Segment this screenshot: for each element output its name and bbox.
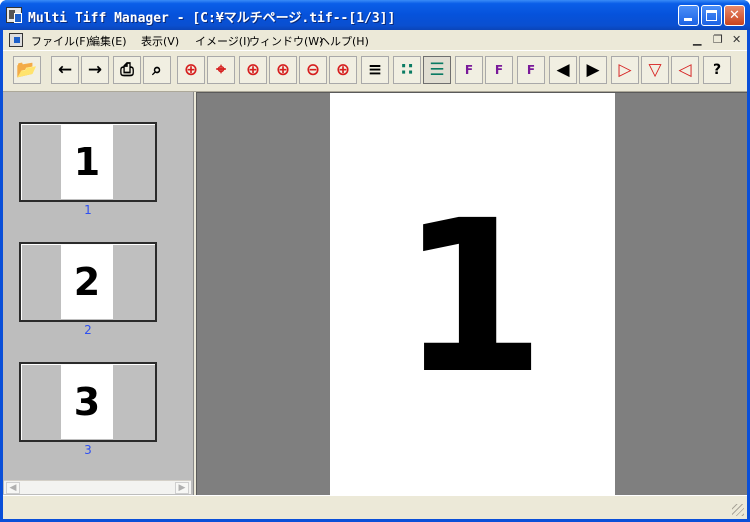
zoom-area-icon: ⊕ bbox=[245, 60, 261, 80]
thumbnail-list-button[interactable]: ☰ bbox=[423, 56, 451, 84]
insert-page-button[interactable]: F bbox=[455, 56, 483, 84]
thumbnail-page-3[interactable]: 3 bbox=[19, 362, 157, 442]
zoom-crosshair-button[interactable]: ⌖ bbox=[207, 56, 235, 84]
forward-button[interactable]: → bbox=[81, 56, 109, 84]
thumbnail-number: 1 bbox=[73, 140, 101, 184]
toolbar: 📂 ← → ⎙ ⌕ ⊕ ⌖ ⊕ ⊕ ⊖ ⊕ ≡ ∷ ☰ F F F ◀ ▶ ▷ … bbox=[3, 50, 747, 92]
fit-page-icon: ≡ bbox=[367, 60, 383, 80]
zoom-crosshair-icon: ⌖ bbox=[216, 60, 226, 80]
zoom-custom-icon: ⊕ bbox=[335, 60, 351, 80]
mdi-minimize-icon[interactable]: ▁ bbox=[693, 33, 701, 46]
maximize-icon bbox=[706, 10, 717, 21]
arrow-right-icon: → bbox=[87, 60, 103, 80]
mdi-restore-icon[interactable]: ❐ bbox=[713, 33, 723, 46]
rotate-left-button[interactable]: ◁ bbox=[671, 56, 699, 84]
menu-view[interactable]: 表示(V) bbox=[141, 33, 179, 49]
flip-vertical-icon: ▽ bbox=[648, 60, 662, 80]
thumbnail-page-image: 1 bbox=[61, 125, 113, 199]
arrow-left-icon: ← bbox=[57, 60, 73, 80]
scroll-left-icon[interactable]: ◀ bbox=[6, 482, 20, 494]
print-button[interactable]: ⎙ bbox=[113, 56, 141, 84]
thumbnail-page-image: 2 bbox=[61, 245, 113, 319]
thumbnail-panel[interactable]: 1 1 2 2 3 3 ◀ ▶ bbox=[3, 92, 194, 495]
zoom-out-icon: ⊖ bbox=[305, 60, 321, 80]
prev-page-icon: ◀ bbox=[556, 60, 570, 80]
menu-window[interactable]: ウィンドウ(W) bbox=[249, 33, 323, 49]
menu-file[interactable]: ファイル(F) bbox=[31, 33, 90, 49]
document-system-menu-icon[interactable] bbox=[9, 33, 23, 47]
print-icon: ⎙ bbox=[120, 60, 134, 80]
flip-vertical-button[interactable]: ▽ bbox=[641, 56, 669, 84]
thumbnail-page-image: 3 bbox=[61, 365, 113, 439]
zoom-button[interactable]: ⊕ bbox=[177, 56, 205, 84]
menu-bar: ファイル(F) 編集(E) 表示(V) イメージ(I) ウィンドウ(W) ヘルプ… bbox=[3, 30, 747, 50]
close-icon: ✕ bbox=[729, 8, 740, 23]
menu-image[interactable]: イメージ(I) bbox=[195, 33, 251, 49]
back-button[interactable]: ← bbox=[51, 56, 79, 84]
zoom-in-icon: ⊕ bbox=[275, 60, 291, 80]
thumbnail-page-1[interactable]: 1 bbox=[19, 122, 157, 202]
replace-page-icon: F bbox=[494, 63, 504, 77]
thumbnail-page-2[interactable]: 2 bbox=[19, 242, 157, 322]
open-folder-icon: 📂 bbox=[16, 60, 38, 80]
page-canvas[interactable]: 1 bbox=[330, 93, 615, 496]
minimize-button[interactable] bbox=[678, 5, 699, 26]
minimize-icon bbox=[684, 18, 692, 21]
replace-page-button[interactable]: F bbox=[485, 56, 513, 84]
content-area: 1 1 2 2 3 3 ◀ ▶ 1 bbox=[3, 92, 747, 496]
thumbnail-grid-icon: ∷ bbox=[401, 60, 413, 80]
app-icon[interactable] bbox=[6, 7, 22, 23]
rotate-right-button[interactable]: ▷ bbox=[611, 56, 639, 84]
thumbnail-label-3[interactable]: 3 bbox=[19, 443, 157, 457]
append-page-button[interactable]: F bbox=[517, 56, 545, 84]
prev-page-button[interactable]: ◀ bbox=[549, 56, 577, 84]
title-bar[interactable]: Multi Tiff Manager - [C:¥マルチページ.tif--[1/… bbox=[0, 0, 750, 30]
rotate-right-icon: ▷ bbox=[618, 60, 632, 80]
maximize-button[interactable] bbox=[701, 5, 722, 26]
thumbnail-grid-button[interactable]: ∷ bbox=[393, 56, 421, 84]
thumbnail-label-2[interactable]: 2 bbox=[19, 323, 157, 337]
zoom-area-button[interactable]: ⊕ bbox=[239, 56, 267, 84]
menu-help[interactable]: ヘルプ(H) bbox=[319, 33, 369, 49]
next-page-button[interactable]: ▶ bbox=[579, 56, 607, 84]
zoom-in-button[interactable]: ⊕ bbox=[269, 56, 297, 84]
print-preview-button[interactable]: ⌕ bbox=[143, 56, 171, 84]
rotate-left-icon: ◁ bbox=[678, 60, 692, 80]
thumbnail-number: 3 bbox=[73, 380, 101, 424]
menu-edit[interactable]: 編集(E) bbox=[89, 33, 127, 49]
next-page-icon: ▶ bbox=[586, 60, 600, 80]
thumbnail-list-icon: ☰ bbox=[429, 60, 445, 80]
app-window: Multi Tiff Manager - [C:¥マルチページ.tif--[1/… bbox=[0, 0, 750, 522]
fit-page-button[interactable]: ≡ bbox=[361, 56, 389, 84]
status-bar bbox=[3, 495, 747, 519]
zoom-custom-button[interactable]: ⊕ bbox=[329, 56, 357, 84]
append-page-icon: F bbox=[526, 63, 536, 77]
window-title: Multi Tiff Manager - [C:¥マルチページ.tif--[1/… bbox=[28, 11, 396, 26]
close-button[interactable]: ✕ bbox=[724, 5, 745, 26]
resize-grip-icon[interactable] bbox=[732, 504, 744, 516]
insert-page-icon: F bbox=[464, 63, 474, 77]
thumbnail-label-1[interactable]: 1 bbox=[19, 203, 157, 217]
zoom-icon: ⊕ bbox=[183, 60, 199, 80]
open-button[interactable]: 📂 bbox=[13, 56, 41, 84]
thumbnail-number: 2 bbox=[73, 260, 101, 304]
print-preview-icon: ⌕ bbox=[152, 60, 162, 80]
help-icon: ? bbox=[712, 62, 722, 78]
zoom-out-button[interactable]: ⊖ bbox=[299, 56, 327, 84]
image-view[interactable]: 1 bbox=[196, 92, 747, 496]
scroll-right-icon[interactable]: ▶ bbox=[175, 482, 189, 494]
horizontal-scrollbar[interactable]: ◀ ▶ bbox=[4, 480, 191, 494]
page-content: 1 bbox=[399, 174, 546, 420]
help-button[interactable]: ? bbox=[703, 56, 731, 84]
mdi-close-icon[interactable]: ✕ bbox=[732, 33, 741, 46]
